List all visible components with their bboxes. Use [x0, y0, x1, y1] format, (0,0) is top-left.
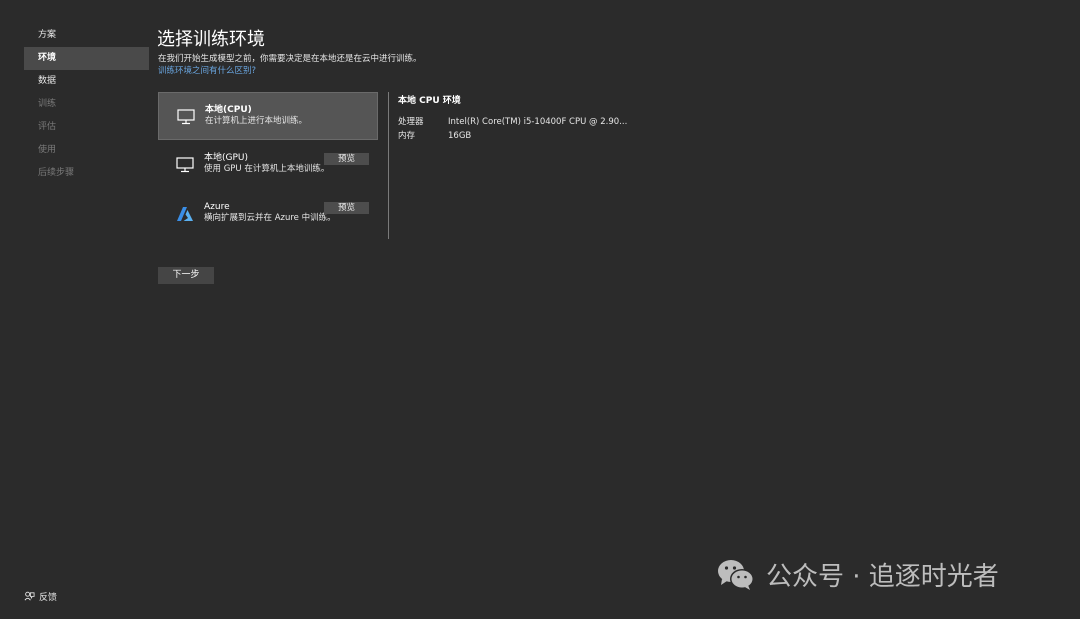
sidebar-item-environment[interactable]: 环境 — [24, 47, 149, 70]
option-description: 使用 GPU 在计算机上本地训练。 — [204, 164, 330, 174]
detail-value: Intel(R) Core(TM) i5-10400F CPU @ 2.90..… — [448, 117, 628, 127]
feedback-button[interactable]: 反馈 — [24, 590, 57, 603]
option-description: 在计算机上进行本地训练。 — [205, 116, 308, 126]
detail-key: 内存 — [398, 131, 416, 141]
sidebar-item-consume: 使用 — [38, 145, 57, 155]
detail-row-memory: 内存 16GB — [398, 129, 698, 143]
option-local-gpu[interactable]: 本地(GPU) 使用 GPU 在计算机上本地训练。 预览 — [158, 141, 378, 189]
detail-row-processor: 处理器 Intel(R) Core(TM) i5-10400F CPU @ 2.… — [398, 115, 698, 129]
sidebar-item-next-steps: 后续步骤 — [38, 168, 75, 178]
feedback-label: 反馈 — [39, 593, 58, 603]
detail-key: 处理器 — [398, 117, 424, 127]
vertical-divider — [388, 92, 389, 239]
sidebar-item-scenario[interactable]: 方案 — [24, 24, 149, 47]
details-title: 本地 CPU 环境 — [398, 96, 461, 106]
watermark-text: 公众号 · 追逐时光者 — [766, 562, 999, 592]
sidebar-item-data[interactable]: 数据 — [24, 70, 149, 93]
azure-icon — [177, 207, 193, 221]
preview-badge[interactable]: 预览 — [324, 202, 369, 214]
preview-badge[interactable]: 预览 — [324, 153, 369, 165]
option-local-cpu[interactable]: 本地(CPU) 在计算机上进行本地训练。 — [158, 92, 378, 140]
watermark: 公众号 · 追逐时光者 — [716, 556, 999, 593]
page-subtitle: 在我们开始生成模型之前，你需要决定是在本地还是在云中进行训练。 — [158, 54, 422, 64]
detail-value: 16GB — [448, 131, 472, 141]
next-step-button[interactable]: 下一步 — [158, 267, 214, 284]
environment-details: 本地 CPU 环境 处理器 Intel(R) Core(TM) i5-10400… — [398, 93, 698, 143]
feedback-icon — [24, 591, 35, 601]
sidebar-nav: 方案 环境 数据 训练 评估 使用 后续步骤 — [24, 24, 149, 185]
monitor-icon — [176, 157, 194, 173]
sidebar-item-evaluate: 评估 — [38, 122, 57, 132]
option-description: 横向扩展到云并在 Azure 中训练。 — [204, 213, 336, 223]
environment-difference-link[interactable]: 训练环境之间有什么区别? — [158, 64, 256, 76]
environment-options: 本地(CPU) 在计算机上进行本地训练。 本地(GPU) 使用 GPU 在计算机… — [158, 92, 378, 239]
option-azure[interactable]: Azure 横向扩展到云并在 Azure 中训练。 预览 — [158, 190, 378, 238]
option-title: 本地(CPU) — [205, 105, 252, 115]
sidebar-item-train: 训练 — [38, 99, 57, 109]
wechat-icon — [718, 559, 754, 590]
page-title: 选择训练环境 — [157, 29, 265, 50]
monitor-icon — [177, 109, 195, 125]
